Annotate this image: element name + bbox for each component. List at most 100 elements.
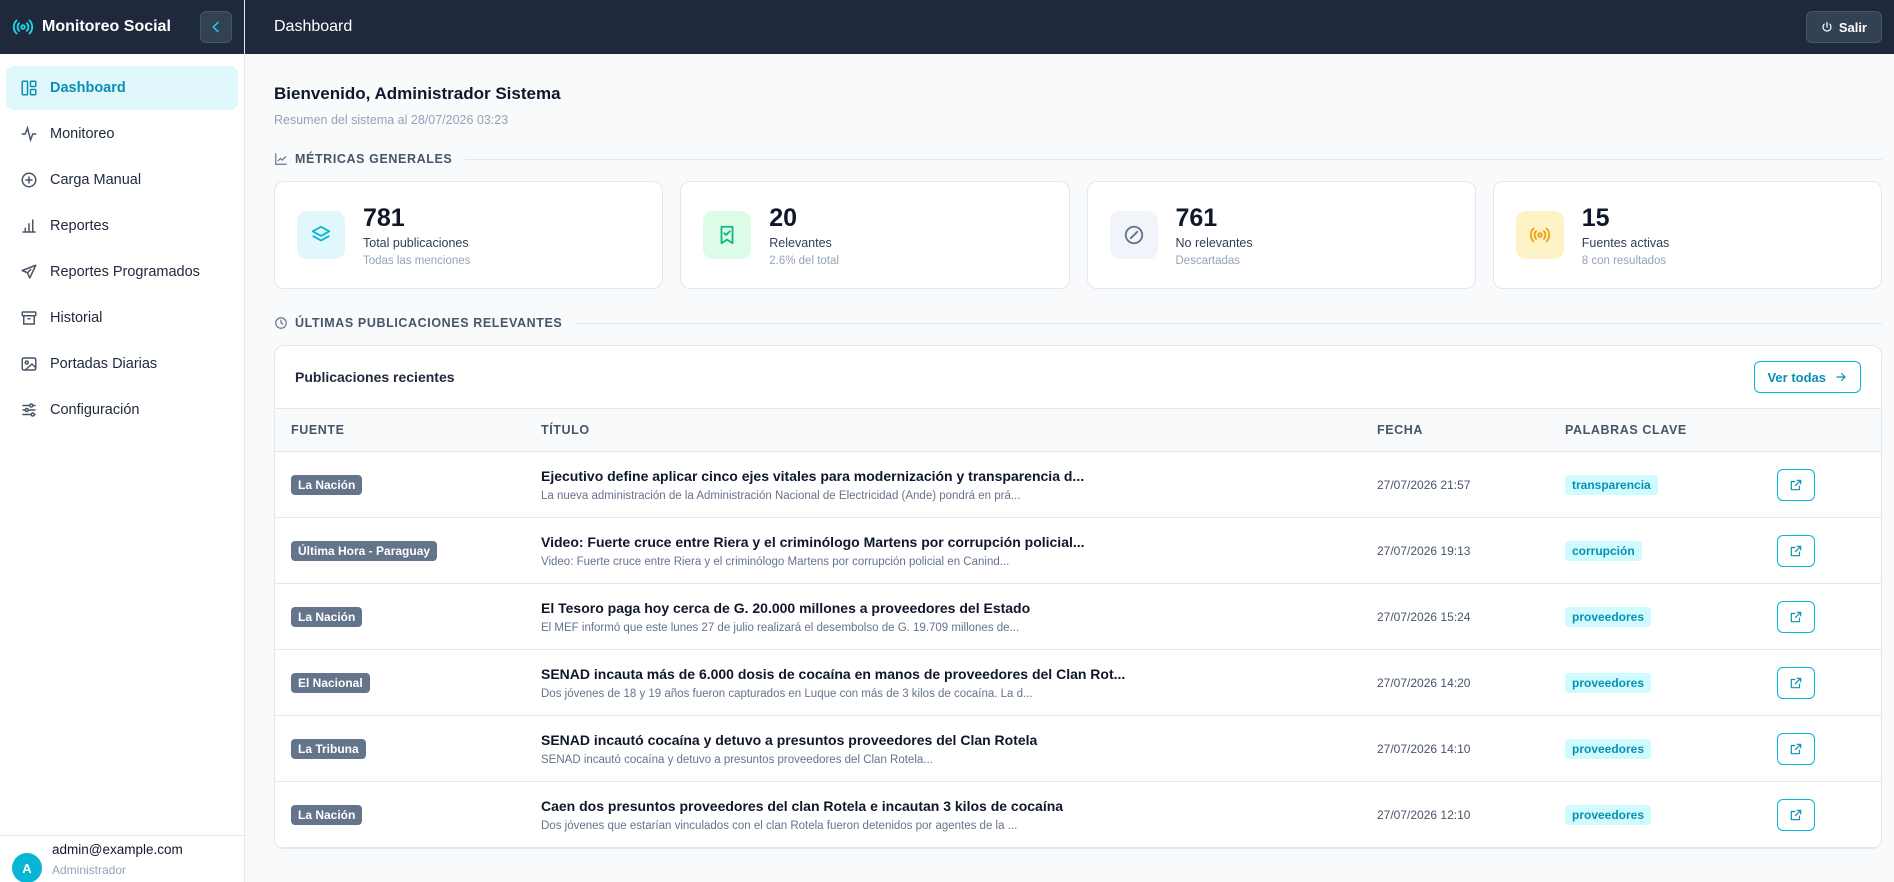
activity-icon [21,125,37,143]
sidebar-nav: Dashboard Monitoreo Carga Manual Reporte… [0,54,244,446]
publication-title[interactable]: El Tesoro paga hoy cerca de G. 20.000 mi… [541,600,1377,616]
recent-section-header: ÚLTIMAS PUBLICACIONES RELEVANTES [274,313,1882,333]
user-profile[interactable]: A admin@example.com Administrador [0,835,244,882]
publication-date: 27/07/2026 19:13 [1377,543,1471,558]
metric-icon-box [1109,211,1158,259]
radio-icon [1529,227,1550,243]
user-role: Administrador [52,862,127,877]
publication-title[interactable]: SENAD incautó cocaína y detuvo a presunt… [541,732,1377,748]
open-external-button[interactable] [1777,468,1815,501]
recent-publications-panel: Publicaciones recientes Ver todas FUENTE… [274,345,1882,849]
publication-description: Dos jóvenes que estarían vinculados con … [541,819,1018,832]
metrics-section-header: MÉTRICAS GENERALES [274,149,1882,169]
table-row[interactable]: La Tribuna SENAD incautó cocaína y detuv… [275,716,1881,782]
open-external-button[interactable] [1777,600,1815,633]
metric-label: Fuentes activas [1581,235,1670,250]
clock-icon [275,317,287,329]
main-area: Dashboard Salir Bienvenido, Administrado… [245,0,1894,882]
column-header-actions [1777,409,1881,452]
sidebar-item-carga-manual[interactable]: Carga Manual [6,158,238,202]
avatar: A [12,853,42,882]
panel-title: Publicaciones recientes [295,369,455,385]
source-badge: La Nación [291,606,363,627]
keyword-badge: transparencia [1565,474,1658,495]
open-external-button[interactable] [1777,666,1815,699]
sidebar-item-label: Monitoreo [50,126,115,142]
table-row[interactable]: Última Hora - Paraguay Video: Fuerte cru… [275,518,1881,584]
layers-icon [311,225,331,242]
publication-date: 27/07/2026 12:10 [1377,807,1471,822]
logout-button[interactable]: Salir [1805,11,1882,43]
column-header-fecha[interactable]: FECHA [1377,409,1565,452]
metric-card-total: 781 Total publicaciones Todas las mencio… [274,181,664,289]
metric-card-fuentes: 15 Fuentes activas 8 con resultados [1492,181,1882,289]
open-external-button[interactable] [1777,534,1815,567]
metric-icon-box [1515,211,1564,259]
table-row[interactable]: La Nación Caen dos presuntos proveedores… [275,782,1881,848]
see-all-label: Ver todas [1767,369,1826,385]
sidebar-item-portadas-diarias[interactable]: Portadas Diarias [6,342,238,386]
metric-label: Relevantes [769,235,832,250]
metric-icon-box [297,211,345,259]
metric-sublabel: 8 con resultados [1581,254,1667,267]
sliders-icon [22,403,36,417]
publication-description: La nueva administración de la Administra… [541,489,1021,502]
external-link-icon [1790,611,1802,622]
see-all-button[interactable]: Ver todas [1754,361,1861,393]
external-link-icon [1790,479,1802,490]
publication-title[interactable]: Ejecutivo define aplicar cinco ejes vita… [541,468,1377,484]
sidebar-item-monitoreo[interactable]: Monitoreo [6,112,238,156]
source-badge: La Nación [291,804,363,825]
table-row[interactable]: El Nacional SENAD incauta más de 6.000 d… [275,650,1881,716]
metric-value: 761 [1175,203,1218,232]
sidebar-item-reportes-programados[interactable]: Reportes Programados [6,250,238,294]
publication-description: SENAD incautó cocaína y detuvo a presunt… [541,753,933,766]
sidebar-item-label: Portadas Diarias [50,356,158,372]
metrics-row: 781 Total publicaciones Todas las mencio… [274,181,1882,289]
image-icon [21,357,37,371]
sidebar-item-label: Reportes [50,218,109,234]
column-header-titulo[interactable]: TÍTULO [541,409,1377,452]
external-link-icon [1790,809,1802,820]
content: Bienvenido, Administrador Sistema Resume… [245,54,1894,882]
publication-date: 27/07/2026 14:10 [1377,741,1471,756]
column-header-fuente[interactable]: FUENTE [275,409,541,452]
sidebar-item-historial[interactable]: Historial [6,296,238,340]
keyword-badge: proveedores [1565,672,1652,693]
open-external-button[interactable] [1777,798,1815,831]
publication-title[interactable]: Video: Fuerte cruce entre Riera y el cri… [541,534,1377,550]
sidebar-item-dashboard[interactable]: Dashboard [6,66,238,110]
metric-value: 15 [1581,203,1610,232]
panel-header: Publicaciones recientes Ver todas [275,346,1881,408]
publication-description: Video: Fuerte cruce entre Riera y el cri… [541,555,1010,568]
metric-card-no-relevantes: 761 No relevantes Descartadas [1086,181,1476,289]
keyword-badge: proveedores [1565,804,1652,825]
table-row[interactable]: La Nación El Tesoro paga hoy cerca de G.… [275,584,1881,650]
publication-date: 27/07/2026 21:57 [1377,477,1471,492]
metric-label: No relevantes [1175,235,1253,250]
summary-subtitle: Resumen del sistema al 28/07/2026 03:23 [274,113,509,127]
publications-table: FUENTE TÍTULO FECHA PALABRAS CLAVE La Na… [275,408,1881,848]
source-badge: Última Hora - Paraguay [291,540,438,561]
sidebar-item-reportes[interactable]: Reportes [6,204,238,248]
source-badge: El Nacional [291,672,370,693]
publication-title[interactable]: SENAD incauta más de 6.000 dosis de coca… [541,666,1377,682]
column-header-palabras-clave[interactable]: PALABRAS CLAVE [1565,409,1777,452]
archive-icon [21,311,37,325]
brand-title: Monitoreo Social [42,18,171,35]
bar-chart-icon [22,219,36,233]
table-row[interactable]: La Nación Ejecutivo define aplicar cinco… [275,452,1881,518]
sidebar-item-label: Reportes Programados [50,264,200,280]
metric-icon-box [703,211,752,259]
divider [575,322,1882,324]
sidebar: Monitoreo Social Dashboard Monitoreo Car… [0,0,245,882]
publication-description: Dos jóvenes de 18 y 19 años fueron captu… [541,687,1033,700]
metric-card-relevantes: 20 Relevantes 2.6% del total [680,181,1070,289]
welcome-heading: Bienvenido, Administrador Sistema [274,84,561,103]
sidebar-item-configuracion[interactable]: Configuración [6,388,238,432]
publication-title[interactable]: Caen dos presuntos proveedores del clan … [541,798,1377,814]
collapse-sidebar-button[interactable] [200,11,232,43]
app: Monitoreo Social Dashboard Monitoreo Car… [0,0,1894,882]
open-external-button[interactable] [1777,732,1815,765]
chevron-left-icon [212,21,219,33]
